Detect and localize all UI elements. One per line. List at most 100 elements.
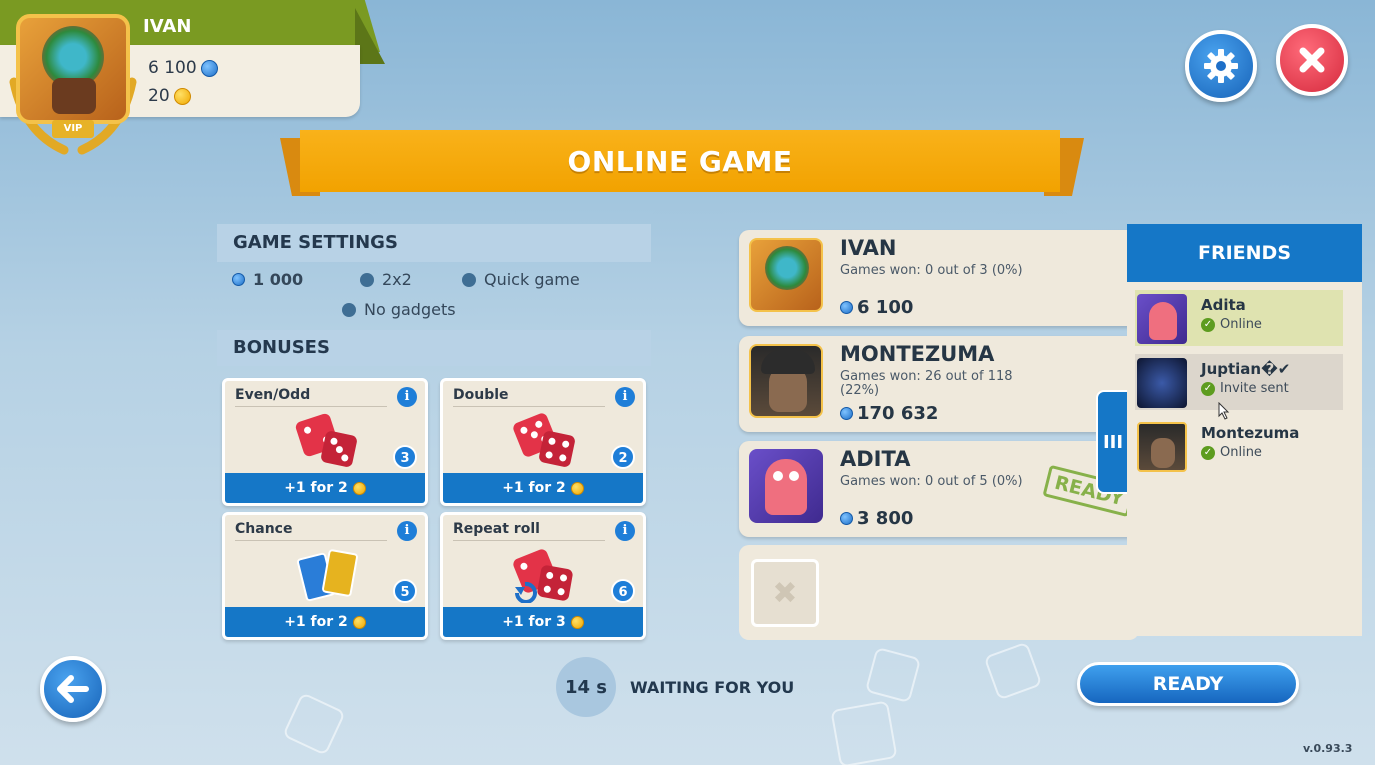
empty-player-slot: ✖: [739, 545, 1139, 640]
friend-name: Adita: [1201, 296, 1246, 314]
setting-stake-value: 1 000: [253, 270, 304, 289]
bonus-count-badge: 5: [393, 579, 417, 603]
check-icon: ✓: [1201, 381, 1215, 396]
bonus-count-badge: 6: [611, 579, 635, 603]
coin-icon: [352, 481, 366, 495]
bonus-cost: +1 for 2: [284, 614, 348, 630]
bonus-buy-button[interactable]: +1 for 2: [443, 473, 643, 503]
bullet-icon: [342, 302, 356, 317]
player-avatar: [749, 344, 823, 418]
settings-button[interactable]: [1185, 30, 1257, 102]
card-icon: [321, 548, 359, 598]
page-title: ONLINE GAME: [300, 130, 1060, 192]
friend-status-text: Online: [1220, 445, 1262, 460]
setting-stake: 1 000: [232, 270, 303, 289]
player-avatar: [749, 238, 823, 312]
profile-name: IVAN: [143, 16, 192, 37]
decorative-square: [864, 646, 922, 704]
friend-avatar: [1137, 294, 1187, 344]
eye: [773, 471, 783, 481]
friend-status: ✓ Online: [1201, 445, 1262, 460]
bonuses-header: BONUSES: [217, 330, 651, 366]
setting-mode-value: 2x2: [382, 270, 412, 289]
player-name: IVAN: [840, 236, 897, 260]
info-icon[interactable]: i: [397, 521, 417, 541]
friend-status: ✓ Online: [1201, 317, 1262, 332]
player-card-adita: ADITA Games won: 0 out of 5 (0%) 3 800 R…: [739, 441, 1139, 537]
bonus-cost: +1 for 2: [502, 480, 566, 496]
gem-icon: [232, 273, 245, 286]
close-button[interactable]: [1276, 24, 1348, 96]
bonus-cost: +1 for 3: [502, 614, 566, 630]
version-label: v.0.93.3: [1303, 742, 1353, 755]
player-stat: Games won: 0 out of 3 (0%): [840, 263, 1023, 278]
aztec-headdress-icon: [765, 246, 809, 290]
player-card-ivan: IVAN Games won: 0 out of 3 (0%) 6 100: [739, 230, 1139, 326]
vip-badge: VIP: [52, 120, 94, 138]
player-gems: 6 100: [840, 297, 913, 318]
decorative-square: [282, 692, 346, 756]
check-icon: ✓: [1201, 445, 1215, 460]
dice-icon: [536, 564, 574, 602]
info-icon[interactable]: i: [397, 387, 417, 407]
bonus-buy-button[interactable]: +1 for 2: [225, 607, 425, 637]
decorative-square: [983, 641, 1043, 701]
friend-item-juptian[interactable]: Juptian�✔ ✓ Invite sent: [1135, 354, 1343, 410]
player-gems: 3 800: [840, 508, 913, 529]
ready-button[interactable]: READY: [1077, 662, 1299, 706]
bonus-card-repeat-roll[interactable]: Repeat roll i 6 +1 for 3: [440, 512, 646, 640]
friend-item-montezuma[interactable]: Montezuma ✓ Online: [1135, 418, 1343, 474]
gear-icon: [1204, 49, 1238, 83]
info-icon[interactable]: i: [615, 521, 635, 541]
setting-speed: Quick game: [462, 270, 580, 289]
setting-gadgets-value: No gadgets: [364, 300, 456, 319]
close-icon: [1299, 47, 1325, 73]
bonus-card-even-odd[interactable]: Even/Odd i 3 +1 for 2: [222, 378, 428, 506]
player-gems: 170 632: [840, 403, 938, 424]
countdown-timer: 14 s: [556, 657, 616, 717]
helmet-icon: [761, 350, 815, 374]
bonus-card-chance[interactable]: Chance i 5 +1 for 2: [222, 512, 428, 640]
waiting-status: WAITING FOR YOU: [630, 678, 795, 697]
profile-gems: 6 100: [148, 58, 218, 78]
dice-icon: [320, 430, 358, 468]
friend-status-text: Invite sent: [1220, 381, 1289, 396]
info-icon[interactable]: i: [615, 387, 635, 407]
friend-status: ✓ Invite sent: [1201, 381, 1289, 396]
decorative-square: [830, 700, 898, 765]
check-icon: ✓: [1201, 317, 1215, 332]
friend-status-text: Online: [1220, 317, 1262, 332]
back-button[interactable]: [40, 656, 106, 722]
coin-icon: [570, 615, 584, 629]
friend-name: Montezuma: [1201, 424, 1300, 442]
starfish-character: [765, 459, 807, 515]
bonus-title: Even/Odd: [235, 387, 387, 407]
avatar-face: [52, 78, 96, 114]
profile-coins-value: 20: [148, 86, 170, 106]
starfish-character: [1149, 302, 1177, 340]
setting-gadgets: No gadgets: [342, 300, 456, 319]
dice-icon: [538, 430, 576, 468]
bonus-buy-button[interactable]: +1 for 3: [443, 607, 643, 637]
friends-panel: FRIENDS Adita ✓ Online Juptian�✔ ✓ Invit…: [1127, 224, 1362, 636]
setting-speed-value: Quick game: [484, 270, 580, 289]
friend-avatar: [1137, 422, 1187, 472]
friends-header: FRIENDS: [1127, 224, 1362, 282]
friends-panel-handle[interactable]: III: [1096, 390, 1128, 494]
profile-avatar[interactable]: [16, 14, 130, 124]
player-stat: Games won: 0 out of 5 (0%): [840, 474, 1023, 489]
bonus-buy-button[interactable]: +1 for 2: [225, 473, 425, 503]
player-avatar: [749, 449, 823, 523]
player-name: MONTEZUMA: [840, 342, 995, 366]
bonus-count-badge: 2: [611, 445, 635, 469]
bonus-count-badge: 3: [393, 445, 417, 469]
friend-item-adita[interactable]: Adita ✓ Online: [1135, 290, 1343, 346]
bonus-title: Double: [453, 387, 605, 407]
gem-icon: [840, 407, 853, 420]
bonus-card-double[interactable]: Double i 2 +1 for 2: [440, 378, 646, 506]
gem-icon: [200, 59, 218, 77]
friend-avatar: [1137, 358, 1187, 408]
eye: [789, 471, 799, 481]
coin-icon: [352, 615, 366, 629]
gem-icon: [840, 512, 853, 525]
